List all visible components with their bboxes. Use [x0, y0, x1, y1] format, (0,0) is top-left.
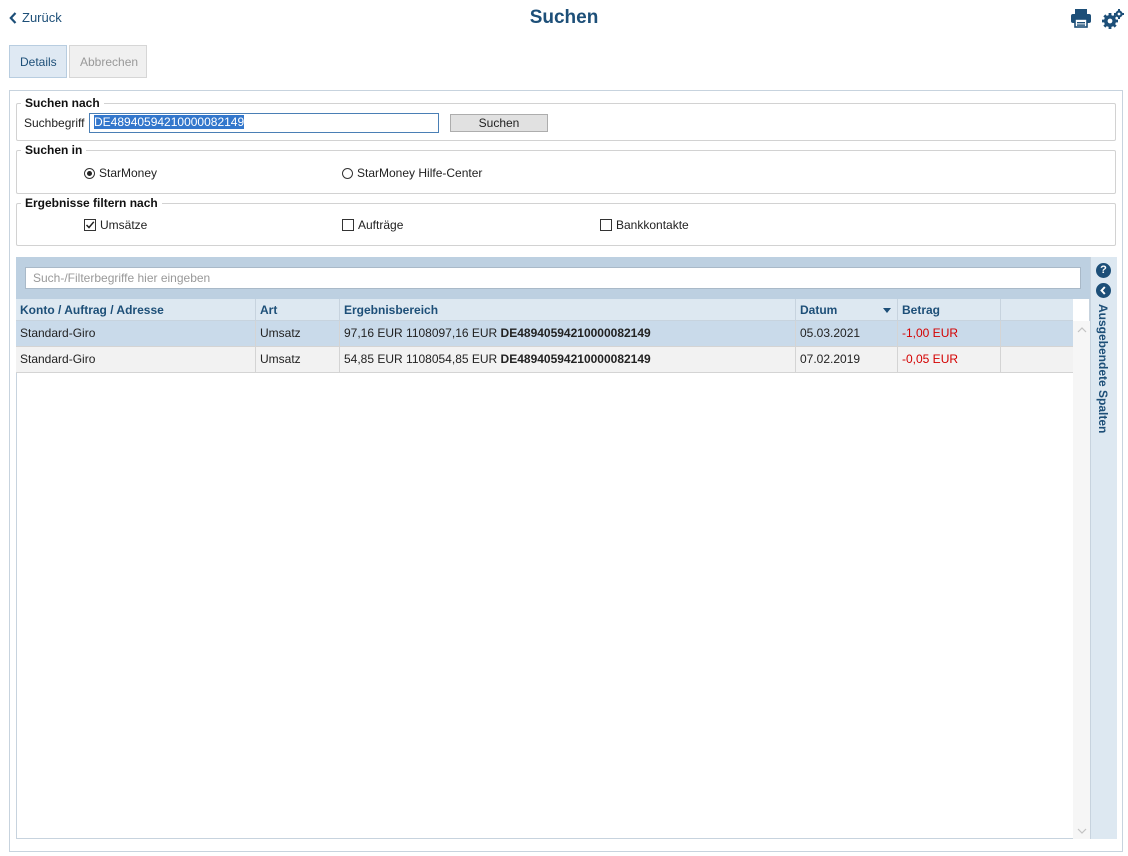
cell-konto: Standard-Giro: [16, 347, 256, 372]
radio-hilfe-center-label: StarMoney Hilfe-Center: [357, 166, 483, 180]
cell-datum: 07.02.2019: [796, 347, 898, 372]
checkbox-umsaetze[interactable]: Umsätze: [84, 218, 147, 232]
radio-unselected-icon: [342, 167, 353, 179]
table-row[interactable]: Standard-Giro Umsatz 97,16 EUR 1108097,1…: [16, 321, 1073, 347]
hidden-columns-label[interactable]: Ausgebendete Spalten: [1096, 304, 1110, 433]
cell-ergebnisbereich-prefix: 54,85 EUR 1108054,85 EUR: [344, 352, 501, 366]
results-table: [16, 299, 1090, 839]
table-row[interactable]: Standard-Giro Umsatz 54,85 EUR 1108054,8…: [16, 347, 1073, 373]
help-icon[interactable]: ?: [1096, 263, 1111, 278]
search-term-label: Suchbegriff: [24, 116, 85, 130]
cell-ergebnisbereich-match: DE48940594210000082149: [500, 352, 651, 366]
scroll-up-icon[interactable]: [1077, 327, 1087, 333]
radio-starmoney[interactable]: StarMoney: [84, 166, 157, 180]
radio-hilfe-center[interactable]: StarMoney Hilfe-Center: [342, 166, 482, 180]
cell-art: Umsatz: [256, 321, 340, 346]
cell-konto: Standard-Giro: [16, 321, 256, 346]
radio-selected-icon: [84, 167, 95, 179]
column-header-konto[interactable]: Konto / Auftrag / Adresse: [16, 299, 256, 321]
checkbox-bankkontakte-label: Bankkontakte: [616, 218, 689, 232]
checkbox-bankkontakte[interactable]: Bankkontakte: [600, 218, 689, 232]
column-header-betrag[interactable]: Betrag: [898, 299, 1001, 321]
search-by-legend: Suchen nach: [21, 96, 104, 110]
results-filter-input[interactable]: Such-/Filterbegriffe hier eingeben: [25, 267, 1081, 289]
cell-ergebnisbereich-prefix: 97,16 EUR 1108097,16 EUR: [344, 326, 501, 340]
search-in-legend: Suchen in: [21, 143, 87, 157]
sort-descending-icon: [883, 308, 891, 313]
checkbox-checked-icon: [84, 219, 96, 231]
group-filter: [16, 203, 1116, 246]
column-header-datum[interactable]: Datum: [796, 299, 898, 321]
printer-icon[interactable]: [1070, 8, 1092, 31]
scroll-down-icon[interactable]: [1077, 828, 1087, 834]
tab-details[interactable]: Details: [9, 45, 67, 78]
cell-datum: 05.03.2021: [796, 321, 898, 346]
checkbox-unchecked-icon: [342, 219, 354, 231]
page-title: Suchen: [529, 7, 599, 28]
table-header: Konto / Auftrag / Adresse Art Ergebnisbe…: [16, 299, 1073, 321]
cell-betrag: -0,05 EUR: [898, 347, 1001, 372]
checkbox-umsaetze-label: Umsätze: [100, 218, 148, 232]
search-term-value: DE48940594210000082149: [94, 115, 245, 129]
search-button[interactable]: Suchen: [450, 114, 548, 132]
radio-starmoney-label: StarMoney: [99, 166, 158, 180]
checkbox-unchecked-icon: [600, 219, 612, 231]
tab-abbrechen[interactable]: Abbrechen: [69, 45, 147, 78]
group-search-in: [16, 150, 1116, 194]
checkbox-auftraege-label: Aufträge: [358, 218, 404, 232]
cell-art: Umsatz: [256, 347, 340, 372]
column-header-art[interactable]: Art: [256, 299, 340, 321]
cell-ergebnisbereich: 97,16 EUR 1108097,16 EUR DE4894059421000…: [340, 321, 796, 346]
checkbox-auftraege[interactable]: Aufträge: [342, 218, 403, 232]
cell-ergebnisbereich: 54,85 EUR 1108054,85 EUR DE4894059421000…: [340, 347, 796, 372]
column-header-ergebnisbereich[interactable]: Ergebnisbereich: [340, 299, 796, 321]
gears-icon[interactable]: [1101, 8, 1125, 33]
cell-betrag: -1,00 EUR: [898, 321, 1001, 346]
collapse-left-icon[interactable]: [1096, 283, 1111, 298]
filter-legend: Ergebnisse filtern nach: [21, 196, 162, 210]
vertical-scrollbar[interactable]: [1073, 321, 1090, 839]
search-term-input[interactable]: DE48940594210000082149: [89, 113, 439, 133]
cell-ergebnisbereich-match: DE48940594210000082149: [500, 326, 651, 340]
column-header-datum-label: Datum: [800, 303, 838, 317]
